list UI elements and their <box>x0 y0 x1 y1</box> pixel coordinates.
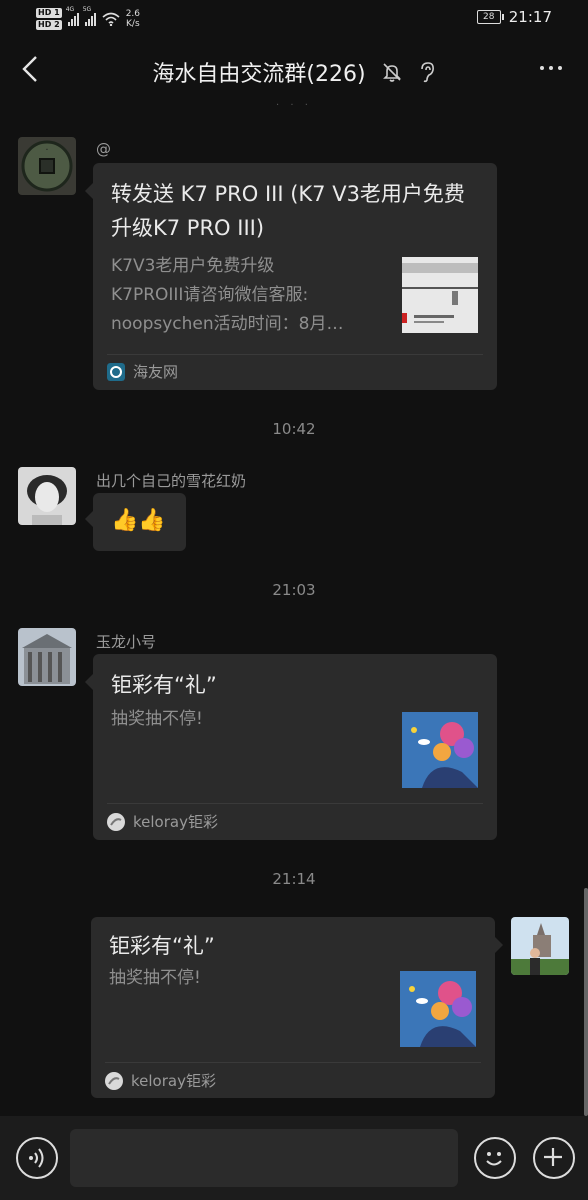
timestamp: 21:14 <box>272 870 316 888</box>
signal-1-tag: 4G <box>65 6 75 13</box>
card-desc-line-3: noopsychen活动时间：8月… <box>111 314 344 334</box>
timestamp: 10:42 <box>272 420 316 438</box>
sender-name: @ <box>96 140 111 158</box>
text-bubble[interactable]: 👍👍 <box>85 493 186 551</box>
card-source-label: 海友网 <box>133 363 179 381</box>
link-card[interactable]: 钜彩有“礼” 抽奖抽不停! keloray钜彩 <box>85 654 497 840</box>
input-bar <box>0 1116 588 1200</box>
svg-text:·: · <box>45 145 48 156</box>
emoji-icon[interactable] <box>474 1137 516 1179</box>
earpiece-icon <box>420 62 434 83</box>
card-source: keloray钜彩 <box>107 811 218 832</box>
haiyou-logo <box>107 362 125 381</box>
wifi-icon <box>102 12 120 26</box>
sender-name: 出几个自己的雪花红奶 <box>96 472 247 490</box>
card-source: 海友网 <box>107 361 178 382</box>
chat-title-area[interactable]: 海水自由交流群(226) <box>0 56 588 88</box>
link-card[interactable]: 钜彩有“礼” 抽奖抽不停! keloray钜彩 <box>91 917 503 1098</box>
sender-name: 玉龙小号 <box>96 633 157 651</box>
hd2-badge: HD 2 <box>36 20 62 30</box>
speed-unit: K/s <box>126 19 140 29</box>
card-desc-line-2: K7PROIII请咨询微信客服: <box>111 285 309 305</box>
coral-reef-thumbnail <box>402 712 478 788</box>
signal-2-icon: 5G <box>83 6 96 26</box>
avatar-building[interactable] <box>18 628 76 686</box>
loading-dots: · · · <box>276 100 312 111</box>
network-speed: 2.6 K/s <box>126 9 140 29</box>
document-thumbnail <box>402 257 478 333</box>
battery-level: 28 <box>483 12 495 22</box>
card-source-label: keloray钜彩 <box>133 813 218 831</box>
card-divider <box>107 803 483 804</box>
timestamp: 21:03 <box>272 581 316 599</box>
coral-reef-thumbnail <box>400 971 476 1047</box>
card-source: keloray钜彩 <box>105 1070 216 1091</box>
signal-2-tag: 5G <box>82 6 92 13</box>
card-source-label: keloray钜彩 <box>131 1072 216 1090</box>
card-divider <box>107 354 483 355</box>
hd1-badge: HD 1 <box>36 8 62 18</box>
mute-bell-icon <box>382 63 401 82</box>
card-desc-line-1: 抽奖抽不停! <box>109 968 201 988</box>
card-divider <box>105 1062 481 1063</box>
avatar-coin[interactable]: · <box>18 137 76 195</box>
scrollbar[interactable] <box>584 888 588 1116</box>
hd-indicators: HD 1 HD 2 <box>36 8 62 30</box>
message-input[interactable] <box>70 1129 458 1187</box>
battery-icon: 28 <box>476 10 504 24</box>
message-text: 👍👍 <box>111 508 166 533</box>
status-right: 28 21:17 <box>476 8 552 26</box>
more-icon[interactable] <box>540 66 562 70</box>
keloray-logo <box>105 1071 123 1090</box>
card-title: 钜彩有“礼” <box>111 673 217 697</box>
card-desc-line-1: K7V3老用户免费升级 <box>111 256 275 276</box>
link-card[interactable]: 转发送 K7 PRO III (K7 V3老用户免费升级K7 PRO III) … <box>85 163 497 390</box>
avatar-portrait[interactable] <box>18 467 76 525</box>
status-bar: HD 1 HD 2 4G 5G 2.6 K/s 28 21:17 <box>0 0 588 38</box>
card-title: 转发送 K7 PRO III (K7 V3老用户免费升级K7 PRO III) <box>111 182 465 240</box>
plus-icon[interactable] <box>533 1137 575 1179</box>
keloray-logo <box>107 812 125 831</box>
card-desc-line-1: 抽奖抽不停! <box>111 709 203 729</box>
chat-header: 海水自由交流群(226) <box>0 38 588 104</box>
speed-value: 2.6 <box>125 9 141 19</box>
card-title: 钜彩有“礼” <box>109 934 215 958</box>
chat-title: 海水自由交流群(226) <box>152 62 366 87</box>
status-left: HD 1 HD 2 4G 5G 2.6 K/s <box>36 4 140 34</box>
avatar-self[interactable] <box>511 917 569 975</box>
voice-icon[interactable] <box>16 1137 58 1179</box>
signal-1-icon: 4G <box>66 6 79 26</box>
clock: 21:17 <box>508 8 552 26</box>
